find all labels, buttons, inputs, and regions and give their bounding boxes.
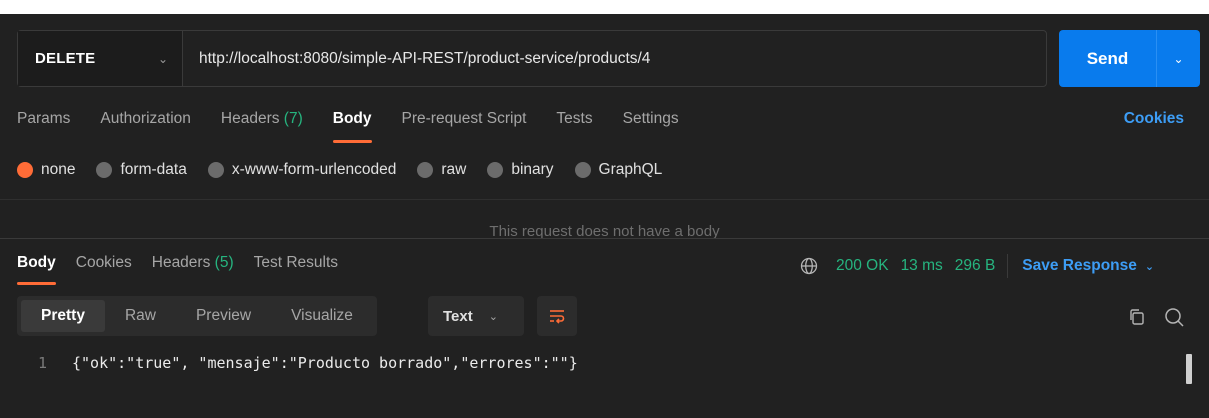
no-body-message: This request does not have a body [489,223,720,239]
response-body-editor[interactable]: 1 {"ok":"true", "mensaje":"Producto borr… [0,354,578,372]
send-button[interactable]: Send [1059,30,1156,87]
response-tab-cookies[interactable]: Cookies [76,254,132,272]
response-tab-test-results[interactable]: Test Results [254,254,338,272]
response-tab-headers[interactable]: Headers (5) [152,254,234,272]
tab-settings[interactable]: Settings [623,110,679,138]
url-input[interactable]: http://localhost:8080/simple-API-REST/pr… [183,31,1046,86]
radio-dot-icon [574,162,591,178]
response-meta: 200 OK 13 ms 296 B Save Response ⌄ [800,254,1154,278]
globe-icon[interactable] [800,257,818,275]
copy-icon[interactable] [1128,308,1146,326]
radio-x-www-form-urlencoded[interactable]: x-www-form-urlencoded [207,161,396,179]
line-number: 1 [37,354,47,372]
divider [0,199,1209,200]
view-raw-button[interactable]: Raw [105,300,176,332]
save-response-button[interactable]: Save Response ⌄ [1022,257,1154,275]
postman-window: DELETE ⌄ http://localhost:8080/simple-AP… [0,14,1209,418]
request-tabs: Params Authorization Headers (7) Body Pr… [17,110,1209,143]
chevron-down-icon: ⌄ [488,310,498,323]
response-time[interactable]: 13 ms [901,257,943,275]
body-type-radio-group: none form-data x-www-form-urlencoded raw… [17,161,683,179]
format-select[interactable]: Text ⌄ [428,296,524,336]
radio-form-data[interactable]: form-data [96,161,187,179]
tab-headers[interactable]: Headers (7) [221,110,303,138]
view-preview-button[interactable]: Preview [176,300,271,332]
wrap-lines-icon [550,310,565,324]
tab-pre-request-script[interactable]: Pre-request Script [402,110,527,138]
tab-params[interactable]: Params [17,110,70,138]
view-visualize-button[interactable]: Visualize [271,300,373,332]
chevron-down-icon: ⌄ [1144,260,1155,273]
radio-dot-icon [417,162,434,178]
wrap-lines-button[interactable] [537,296,577,336]
radio-none[interactable]: none [17,161,75,179]
tab-authorization[interactable]: Authorization [100,110,190,138]
response-size[interactable]: 296 B [955,257,996,275]
chevron-down-icon: ⌄ [157,51,168,66]
send-button-group: Send ⌄ [1059,30,1200,87]
view-mode-toolbar: Pretty Raw Preview Visualize [17,296,377,336]
search-icon[interactable] [1163,306,1185,328]
response-tab-body[interactable]: Body [17,254,56,285]
response-body-text: {"ok":"true", "mensaje":"Producto borrad… [72,354,578,372]
scrollbar[interactable] [1186,354,1192,384]
view-pretty-button[interactable]: Pretty [21,300,105,332]
divider [1007,254,1009,278]
cookies-link[interactable]: Cookies [1124,110,1184,128]
radio-dot-icon [207,162,224,178]
tab-tests[interactable]: Tests [556,110,592,138]
response-tabs: Body Cookies Headers (5) Test Results [17,254,358,285]
radio-dot-icon [487,162,504,178]
method-label: DELETE [35,50,96,67]
tab-body[interactable]: Body [332,110,372,143]
radio-binary[interactable]: binary [487,161,554,179]
radio-dot-icon [96,162,113,178]
method-select[interactable]: DELETE ⌄ [18,31,183,86]
request-url-bar: DELETE ⌄ http://localhost:8080/simple-AP… [17,30,1047,87]
radio-raw[interactable]: raw [417,161,466,179]
radio-graphql[interactable]: GraphQL [574,161,662,179]
radio-dot-icon [17,162,33,178]
send-options-chevron-icon[interactable]: ⌄ [1157,30,1200,87]
headers-count: (7) [283,110,303,127]
pane-resize-handle[interactable] [0,238,1209,239]
response-headers-count: (5) [214,254,234,271]
status-code[interactable]: 200 OK [836,257,889,275]
